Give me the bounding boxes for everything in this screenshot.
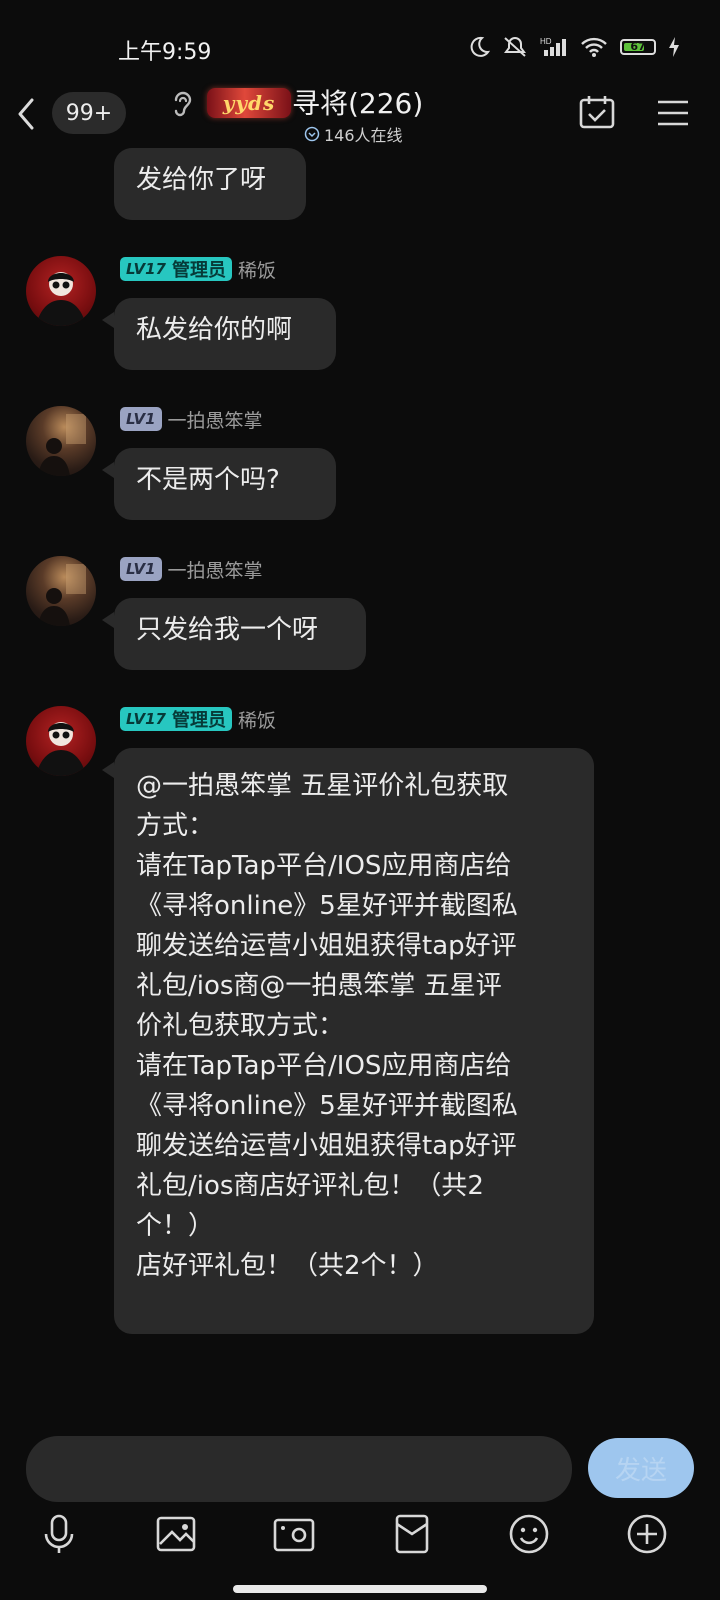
message-line: 聊发送给运营小姐姐获得tap好评 [136, 931, 517, 961]
message-bubble[interactable]: 只发给我一个呀 [114, 598, 366, 670]
status-time: 上午9:59 [118, 40, 212, 65]
message-line: 个！） [136, 1211, 215, 1241]
back-icon[interactable] [12, 96, 40, 132]
sender-meta: LV17 管理员 稀饭 [120, 255, 276, 283]
battery-icon: 67 [620, 39, 656, 55]
online-status[interactable]: 146人在线 [304, 122, 403, 146]
role-text: 管理员 [171, 260, 226, 281]
message-text: 只发给我一个呀 [136, 615, 319, 645]
message-line: 请在TapTap平台/IOS应用商店给 [136, 851, 512, 881]
bubble-tail [102, 462, 114, 478]
home-indicator[interactable] [233, 1585, 487, 1593]
message-bubble[interactable]: @一拍愚笨掌 五星评价礼包获取 方式： 请在TapTap平台/IOS应用商店给 … [114, 748, 594, 1334]
svg-text:HD: HD [540, 37, 552, 46]
message-line: 请在TapTap平台/IOS应用商店给 [136, 1051, 512, 1081]
sender-meta: LV1 一拍愚笨掌 [120, 555, 263, 583]
sender-name[interactable]: 一拍愚笨掌 [168, 556, 263, 583]
sender-name[interactable]: 稀饭 [238, 256, 276, 283]
plus-icon[interactable] [625, 1512, 669, 1556]
level-text: LV17 [126, 260, 166, 278]
avatar[interactable] [26, 406, 96, 476]
message-line: @一拍愚笨掌 五星评价礼包获取 [136, 771, 509, 801]
level-text: LV1 [126, 560, 156, 578]
calendar-check-icon[interactable] [578, 94, 616, 130]
message-text: 不是两个吗? [136, 465, 280, 495]
level-badge: LV17 管理员 [120, 257, 232, 281]
avatar-figure [36, 272, 86, 326]
image-icon[interactable] [154, 1512, 198, 1556]
avatar-figure [38, 564, 86, 626]
message-line: 店好评礼包！（共2个！） [136, 1251, 439, 1281]
bubble-tail [102, 762, 114, 778]
emoji-icon[interactable] [507, 1512, 551, 1556]
level-text: LV17 [126, 710, 166, 728]
message-line: 礼包/ios商@一拍愚笨掌 五星评 [136, 971, 502, 1001]
battery-level: 67 [630, 40, 646, 53]
status-icons: HD 67 [468, 36, 680, 58]
sender-name[interactable]: 一拍愚笨掌 [168, 406, 263, 433]
message-input[interactable] [26, 1436, 572, 1502]
bubble-tail [102, 612, 114, 628]
sender-meta: LV17 管理员 稀饭 [120, 705, 276, 733]
microphone-icon[interactable] [37, 1512, 81, 1556]
bubble-tail [102, 312, 114, 328]
message-line: 聊发送给运营小姐姐获得tap好评 [136, 1131, 517, 1161]
message-line: 价礼包获取方式： [136, 1011, 345, 1041]
level-badge: LV17 管理员 [120, 707, 232, 731]
send-button[interactable]: 发送 [588, 1438, 694, 1498]
level-badge: LV1 [120, 407, 162, 431]
red-packet-icon[interactable] [390, 1512, 434, 1556]
group-badge: yyds [207, 88, 291, 118]
message-text: 发给你了呀 [136, 165, 267, 195]
sender-name[interactable]: 稀饭 [238, 706, 276, 733]
level-badge: LV1 [120, 557, 162, 581]
sender-meta: LV1 一拍愚笨掌 [120, 405, 263, 433]
message-text: 私发给你的啊 [136, 315, 293, 345]
wifi-icon [581, 37, 607, 57]
message-line: 方式： [136, 811, 215, 841]
level-text: LV1 [126, 410, 156, 428]
chevron-down-circle-icon [304, 126, 320, 142]
message-bubble[interactable]: 私发给你的啊 [114, 298, 336, 370]
avatar-figure [36, 722, 86, 776]
ear-icon[interactable] [170, 88, 196, 118]
moon-icon [470, 36, 490, 57]
avatar[interactable] [26, 706, 96, 776]
charging-icon [669, 37, 679, 57]
online-count: 146人在线 [324, 126, 403, 145]
camera-icon[interactable] [272, 1512, 316, 1556]
signal-icon: HD [540, 37, 566, 56]
message-line: 《寻将online》5星好评并截图私 [136, 1091, 518, 1121]
message-bubble[interactable]: 不是两个吗? [114, 448, 336, 520]
unread-count-badge[interactable]: 99+ [52, 92, 126, 134]
role-text: 管理员 [171, 710, 226, 731]
message-bubble[interactable]: 发给你了呀 [114, 148, 306, 220]
avatar[interactable] [26, 256, 96, 326]
message-line: 《寻将online》5星好评并截图私 [136, 891, 518, 921]
group-title[interactable]: 寻将(226) [292, 82, 423, 122]
avatar-figure [38, 414, 86, 476]
message-line: 礼包/ios商店好评礼包！（共2 [136, 1171, 484, 1201]
avatar[interactable] [26, 556, 96, 626]
menu-icon[interactable] [656, 98, 690, 128]
mute-icon [504, 37, 526, 57]
